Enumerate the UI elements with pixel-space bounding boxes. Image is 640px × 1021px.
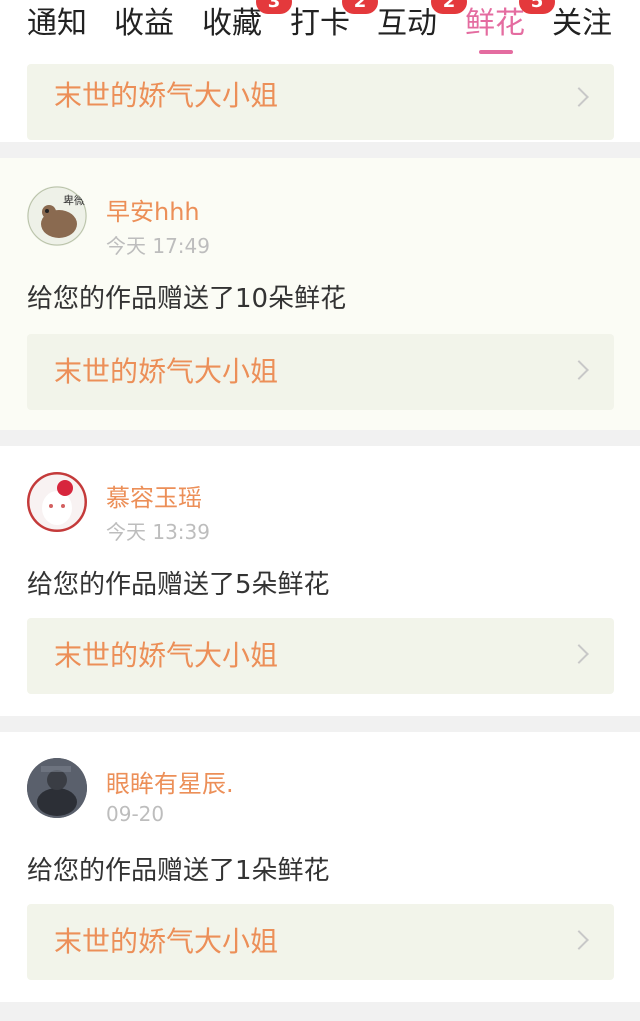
tab-notice[interactable]: 通知 xyxy=(27,4,87,44)
tab-bar: 通知 收益 收藏 3 打卡 2 互动 2 鲜花 5 关注 xyxy=(0,0,640,56)
work-link[interactable]: 末世的娇气大小姐 xyxy=(27,618,614,694)
timestamp: 今天 13:39 xyxy=(106,520,210,544)
chevron-right-icon xyxy=(569,360,589,380)
unread-badge: 5 xyxy=(519,0,555,14)
work-link[interactable]: 末世的娇气大小姐 xyxy=(27,904,614,980)
message-text: 给您的作品赠送了5朵鲜花 xyxy=(27,570,330,600)
tab-checkin[interactable]: 打卡 2 xyxy=(290,0,378,44)
user-name[interactable]: 早安hhh xyxy=(106,192,200,227)
chevron-right-icon xyxy=(569,930,589,950)
chevron-right-icon xyxy=(569,644,589,664)
unread-badge: 3 xyxy=(256,0,292,14)
active-tab-indicator xyxy=(479,50,513,54)
unread-badge: 2 xyxy=(431,0,467,14)
tab-flowers[interactable]: 鲜花 5 xyxy=(465,0,555,44)
user-name[interactable]: 慕容玉瑶 xyxy=(106,478,202,513)
work-title: 末世的娇气大小姐 xyxy=(54,355,279,388)
message-text: 给您的作品赠送了10朵鲜花 xyxy=(27,284,347,314)
tab-following[interactable]: 关注 xyxy=(552,4,612,44)
work-title: 末世的娇气大小姐 xyxy=(54,79,279,112)
unread-badge: 2 xyxy=(342,0,378,14)
avatar[interactable]: 卑微 xyxy=(27,186,87,246)
work-link[interactable]: 末世的娇气大小姐 xyxy=(27,334,614,410)
notification-card: 慕容玉瑶 今天 13:39 给您的作品赠送了5朵鲜花 末世的娇气大小姐 xyxy=(0,446,640,716)
notification-card: 卑微 早安hhh 今天 17:49 给您的作品赠送了10朵鲜花 末世的娇气大小姐 xyxy=(0,158,640,430)
work-link[interactable]: 末世的娇气大小姐 xyxy=(27,64,614,140)
notification-card: 眼眸有星辰. 09-20 给您的作品赠送了1朵鲜花 末世的娇气大小姐 xyxy=(0,732,640,1002)
timestamp: 今天 17:49 xyxy=(106,234,210,258)
tab-interaction[interactable]: 互动 2 xyxy=(377,0,467,44)
svg-text:卑微: 卑微 xyxy=(63,193,85,207)
work-title: 末世的娇气大小姐 xyxy=(54,925,279,958)
message-text: 给您的作品赠送了1朵鲜花 xyxy=(27,856,330,886)
notification-card-partial: 末世的娇气大小姐 xyxy=(0,56,640,142)
timestamp: 09-20 xyxy=(106,802,165,826)
tab-favorites[interactable]: 收藏 3 xyxy=(202,0,292,44)
tab-income[interactable]: 收益 xyxy=(114,4,174,44)
work-title: 末世的娇气大小姐 xyxy=(54,639,279,672)
avatar[interactable] xyxy=(27,758,87,818)
user-name[interactable]: 眼眸有星辰. xyxy=(106,764,234,799)
chevron-right-icon xyxy=(569,87,589,107)
avatar[interactable] xyxy=(27,472,87,532)
